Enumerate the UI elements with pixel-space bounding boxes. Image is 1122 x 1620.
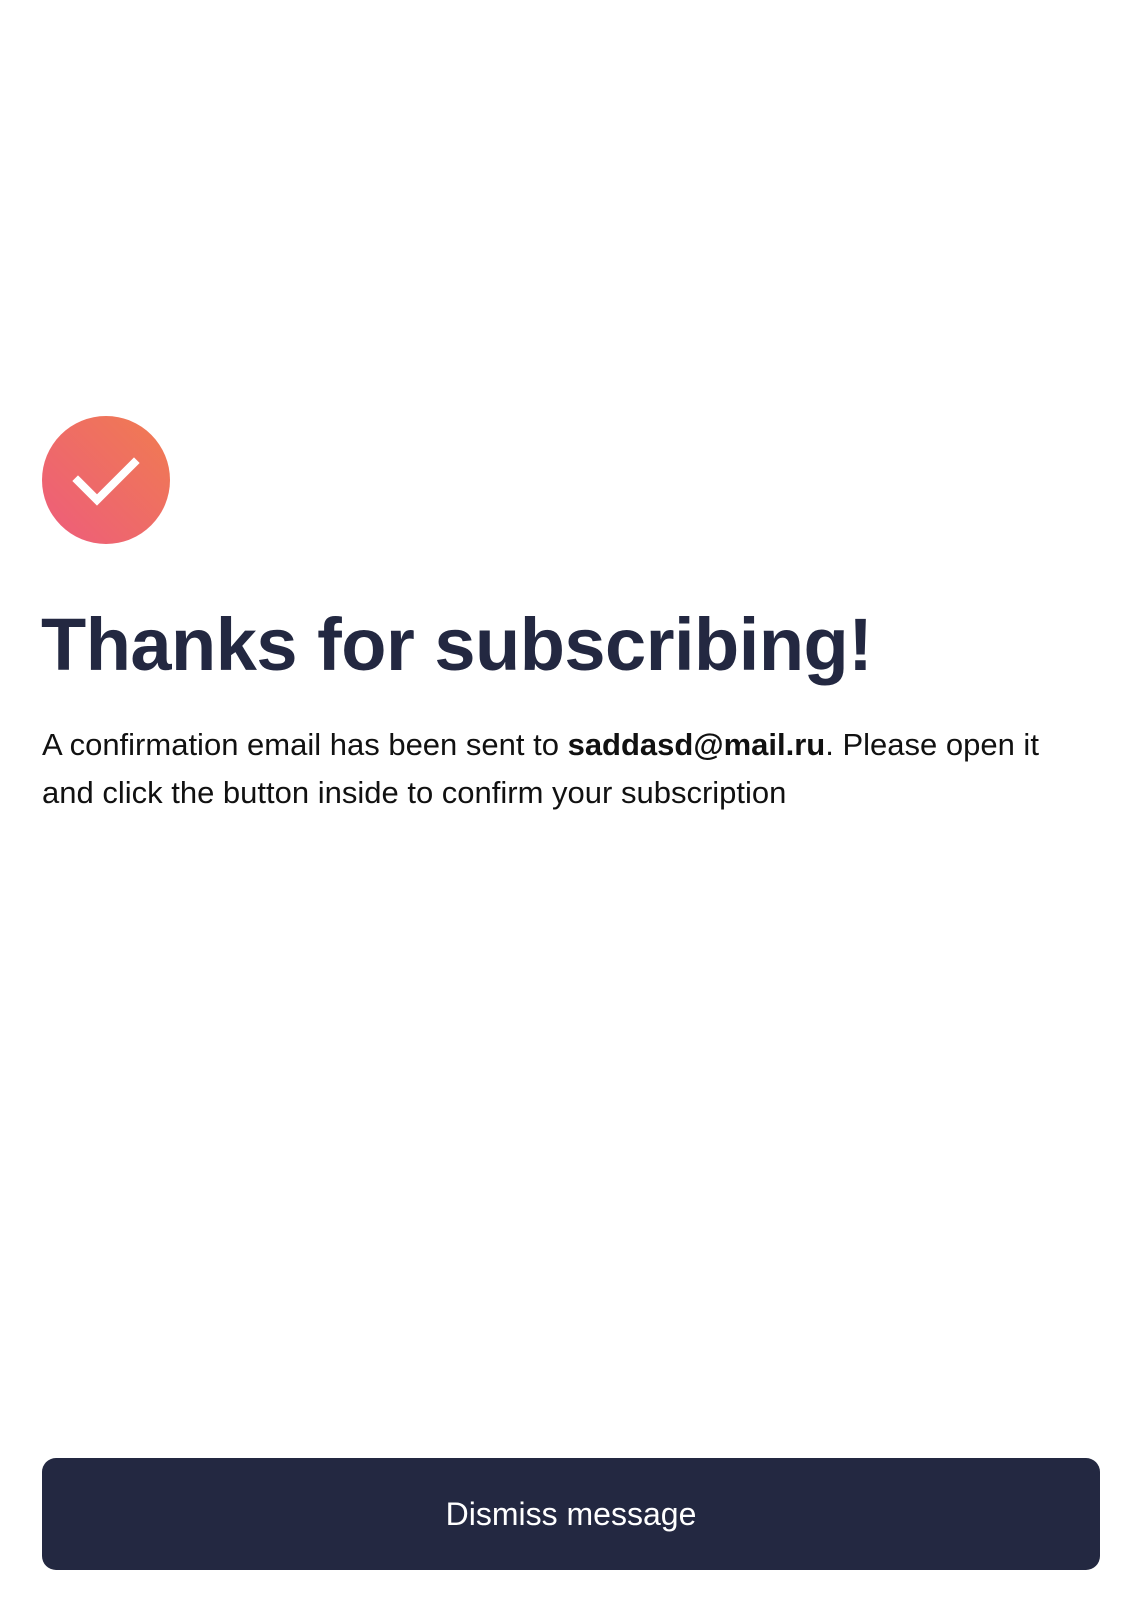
page-title: Thanks for subscribing! <box>41 603 873 686</box>
message-text-before: A confirmation email has been sent to <box>42 727 568 762</box>
email-address: saddasd@mail.ru <box>567 727 826 762</box>
success-check-icon <box>42 416 170 544</box>
confirmation-message: A confirmation email has been sent to sa… <box>42 721 1082 817</box>
dismiss-message-button[interactable]: Dismiss message <box>42 1458 1100 1570</box>
